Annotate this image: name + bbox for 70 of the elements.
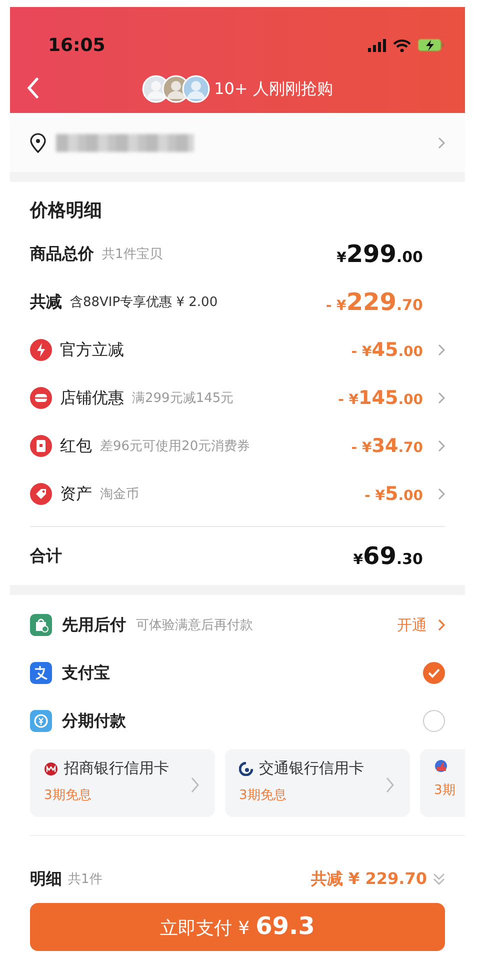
payment-option[interactable]: 支付宝 bbox=[30, 649, 445, 697]
status-time: 16:05 bbox=[48, 34, 106, 56]
price-amount: - ¥5.00 bbox=[364, 483, 423, 505]
tag-icon bbox=[30, 483, 52, 505]
section-title: 价格明细 bbox=[30, 199, 103, 223]
lightning-icon bbox=[30, 339, 52, 361]
bank-logo-icon bbox=[44, 762, 58, 776]
chevron-right-icon bbox=[437, 440, 445, 452]
row-hint: 淘金币 bbox=[100, 486, 139, 503]
installment-offer: 3期免息 bbox=[44, 787, 92, 804]
installment-offer: 3期免息 bbox=[239, 787, 288, 804]
social-proof-text: 10+ 人刚刚抢购 bbox=[214, 78, 333, 100]
battery-charging-icon bbox=[417, 38, 445, 52]
bank-name: 交通银行信用卡 bbox=[259, 759, 364, 778]
installment-card[interactable]: 招商银行信用卡 3期免息 bbox=[30, 749, 215, 817]
discount-row[interactable]: 官方立减 - ¥45.00 bbox=[30, 326, 445, 374]
row-label: 商品总价 bbox=[30, 244, 94, 264]
installment-card[interactable]: 交通银行信用卡 3期免息 bbox=[225, 749, 410, 817]
chevron-right-icon bbox=[190, 777, 199, 793]
installment-offer: 3期 bbox=[434, 782, 456, 799]
check-icon bbox=[428, 668, 440, 678]
price-amount: - ¥34.70 bbox=[351, 435, 423, 457]
total-discount: 共减 ¥ 229.70 bbox=[310, 868, 427, 890]
bank-logo-icon bbox=[239, 762, 253, 776]
back-icon[interactable] bbox=[26, 77, 40, 99]
wifi-icon bbox=[393, 38, 411, 52]
chevron-right-icon bbox=[437, 392, 445, 404]
avatar bbox=[182, 75, 210, 103]
item-count: 共1件 bbox=[68, 871, 102, 888]
address-row[interactable] bbox=[10, 113, 465, 172]
discount-row[interactable]: 资产 淘金币 - ¥5.00 bbox=[30, 470, 445, 518]
envelope-icon bbox=[30, 435, 52, 457]
location-pin-icon bbox=[30, 132, 46, 152]
price-amount: - ¥145.00 bbox=[338, 387, 423, 409]
payment-option[interactable]: 先用后付 可体验满意后再付款 开通 bbox=[30, 601, 445, 649]
double-chevron-down-icon[interactable] bbox=[433, 872, 445, 886]
row-hint: 含88VIP专享优惠 ¥ 2.00 bbox=[70, 294, 218, 311]
discount-row[interactable]: 店铺优惠 满299元减145元 - ¥145.00 bbox=[30, 374, 445, 422]
discount-row[interactable]: 红包 差96元可使用20元消费券 - ¥34.70 bbox=[30, 422, 445, 470]
method-label: 分期付款 bbox=[62, 710, 126, 732]
row-label: 共减 bbox=[30, 292, 62, 312]
row-label: 店铺优惠 bbox=[60, 388, 124, 408]
bank-name: 招商银行信用卡 bbox=[64, 759, 169, 778]
row-label: 红包 bbox=[60, 436, 92, 456]
installment-icon bbox=[30, 710, 52, 732]
summary-label: 明细 bbox=[30, 868, 62, 890]
price-amount: - ¥45.00 bbox=[351, 339, 423, 361]
bag-check-icon bbox=[30, 614, 52, 636]
row-hint: 差96元可使用20元消费券 bbox=[100, 438, 250, 455]
chevron-right-icon bbox=[437, 488, 445, 500]
row-label: 合计 bbox=[30, 546, 62, 566]
chevron-right-icon bbox=[385, 777, 394, 793]
row-hint: 共1件宝贝 bbox=[102, 246, 162, 263]
row-label: 官方立减 bbox=[60, 340, 124, 360]
method-hint: 可体验满意后再付款 bbox=[136, 617, 253, 634]
chevron-right-icon bbox=[437, 136, 445, 148]
price-amount: ¥69.30 bbox=[353, 542, 423, 570]
row-hint: 满299元减145元 bbox=[132, 390, 234, 407]
price-amount: - ¥229.70 bbox=[326, 288, 423, 316]
signal-icon bbox=[368, 38, 387, 52]
price-amount: ¥299.00 bbox=[336, 240, 423, 268]
payment-app-icon bbox=[30, 662, 52, 684]
chevron-right-icon bbox=[437, 619, 445, 631]
method-label: 支付宝 bbox=[62, 662, 110, 684]
payment-option[interactable]: 分期付款 bbox=[30, 697, 445, 745]
method-label: 先用后付 bbox=[62, 614, 126, 636]
chevron-right-icon bbox=[437, 344, 445, 356]
row-label: 资产 bbox=[60, 484, 92, 504]
radio-button[interactable] bbox=[423, 662, 445, 684]
radio-button[interactable] bbox=[423, 710, 445, 732]
